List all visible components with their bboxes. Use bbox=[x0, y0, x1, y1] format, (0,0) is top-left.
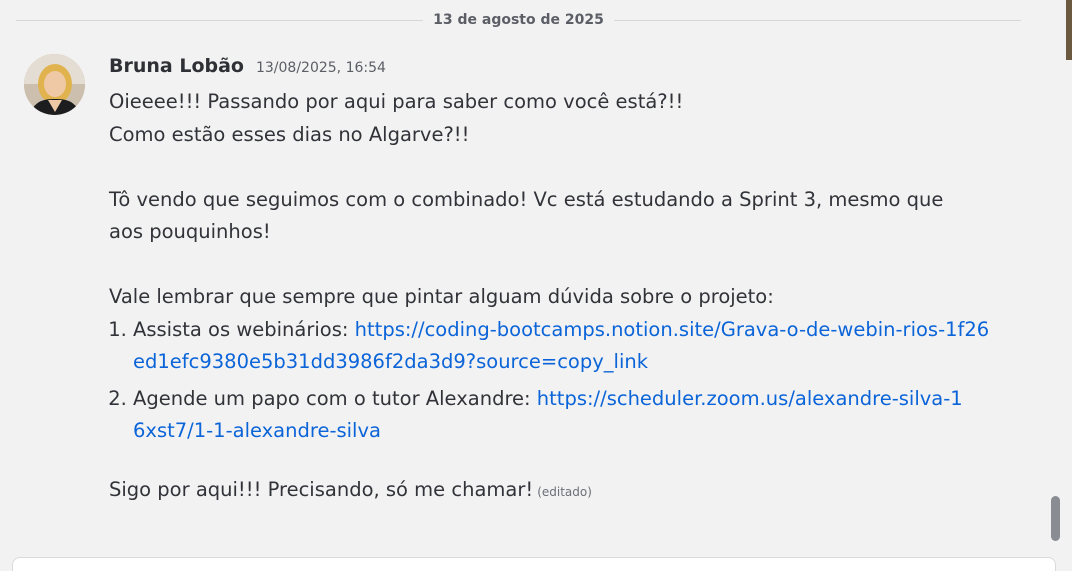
avatar[interactable] bbox=[24, 54, 85, 115]
divider-line-left bbox=[16, 19, 424, 21]
message-line: Como estão esses dias no Algarve?!! bbox=[109, 122, 470, 146]
message-line: aos pouquinhos! bbox=[109, 220, 271, 243]
divider-date: 13 de agosto de 2025 bbox=[433, 12, 604, 28]
author-name[interactable]: Bruna Lobão bbox=[109, 55, 244, 77]
date-divider: 13 de agosto de 2025 bbox=[16, 10, 1021, 30]
divider-line-right bbox=[613, 19, 1021, 21]
message-content: Oieeee!!! Passando por aqui para saber c… bbox=[109, 86, 1009, 508]
list-item-text: Assista os webinários: bbox=[133, 317, 355, 341]
list-item: Agende um papo com o tutor Alexandre: ht… bbox=[133, 383, 963, 448]
list-item-text: Agende um papo com o tutor Alexandre: bbox=[133, 386, 537, 410]
message-list: Assista os webinários: https://coding-bo… bbox=[109, 314, 1009, 448]
message-header: Bruna Lobão 13/08/2025, 16:54 bbox=[109, 55, 386, 81]
window-edge-accent bbox=[1066, 0, 1072, 60]
message-line: Vale lembrar que sempre que pintar algua… bbox=[109, 285, 774, 308]
scrollbar[interactable] bbox=[1050, 0, 1060, 571]
message-line: Tô vendo que seguimos com o combinado! V… bbox=[109, 187, 944, 211]
list-item: Assista os webinários: https://coding-bo… bbox=[133, 314, 993, 379]
chat-panel: 13 de agosto de 2025 Bruna Lobão 13/08/2… bbox=[0, 0, 1072, 571]
avatar-image bbox=[24, 54, 85, 115]
scrollbar-thumb[interactable] bbox=[1051, 496, 1060, 541]
message-composer[interactable] bbox=[12, 557, 1056, 571]
edited-label: (editado) bbox=[537, 484, 592, 499]
message-timestamp: 13/08/2025, 16:54 bbox=[255, 60, 386, 76]
message-closing-line: Sigo por aqui!!! Precisando, só me chama… bbox=[109, 474, 1009, 509]
message-closing: Sigo por aqui!!! Precisando, só me chama… bbox=[109, 477, 534, 501]
message-line: Oieeee!!! Passando por aqui para saber c… bbox=[109, 90, 684, 113]
